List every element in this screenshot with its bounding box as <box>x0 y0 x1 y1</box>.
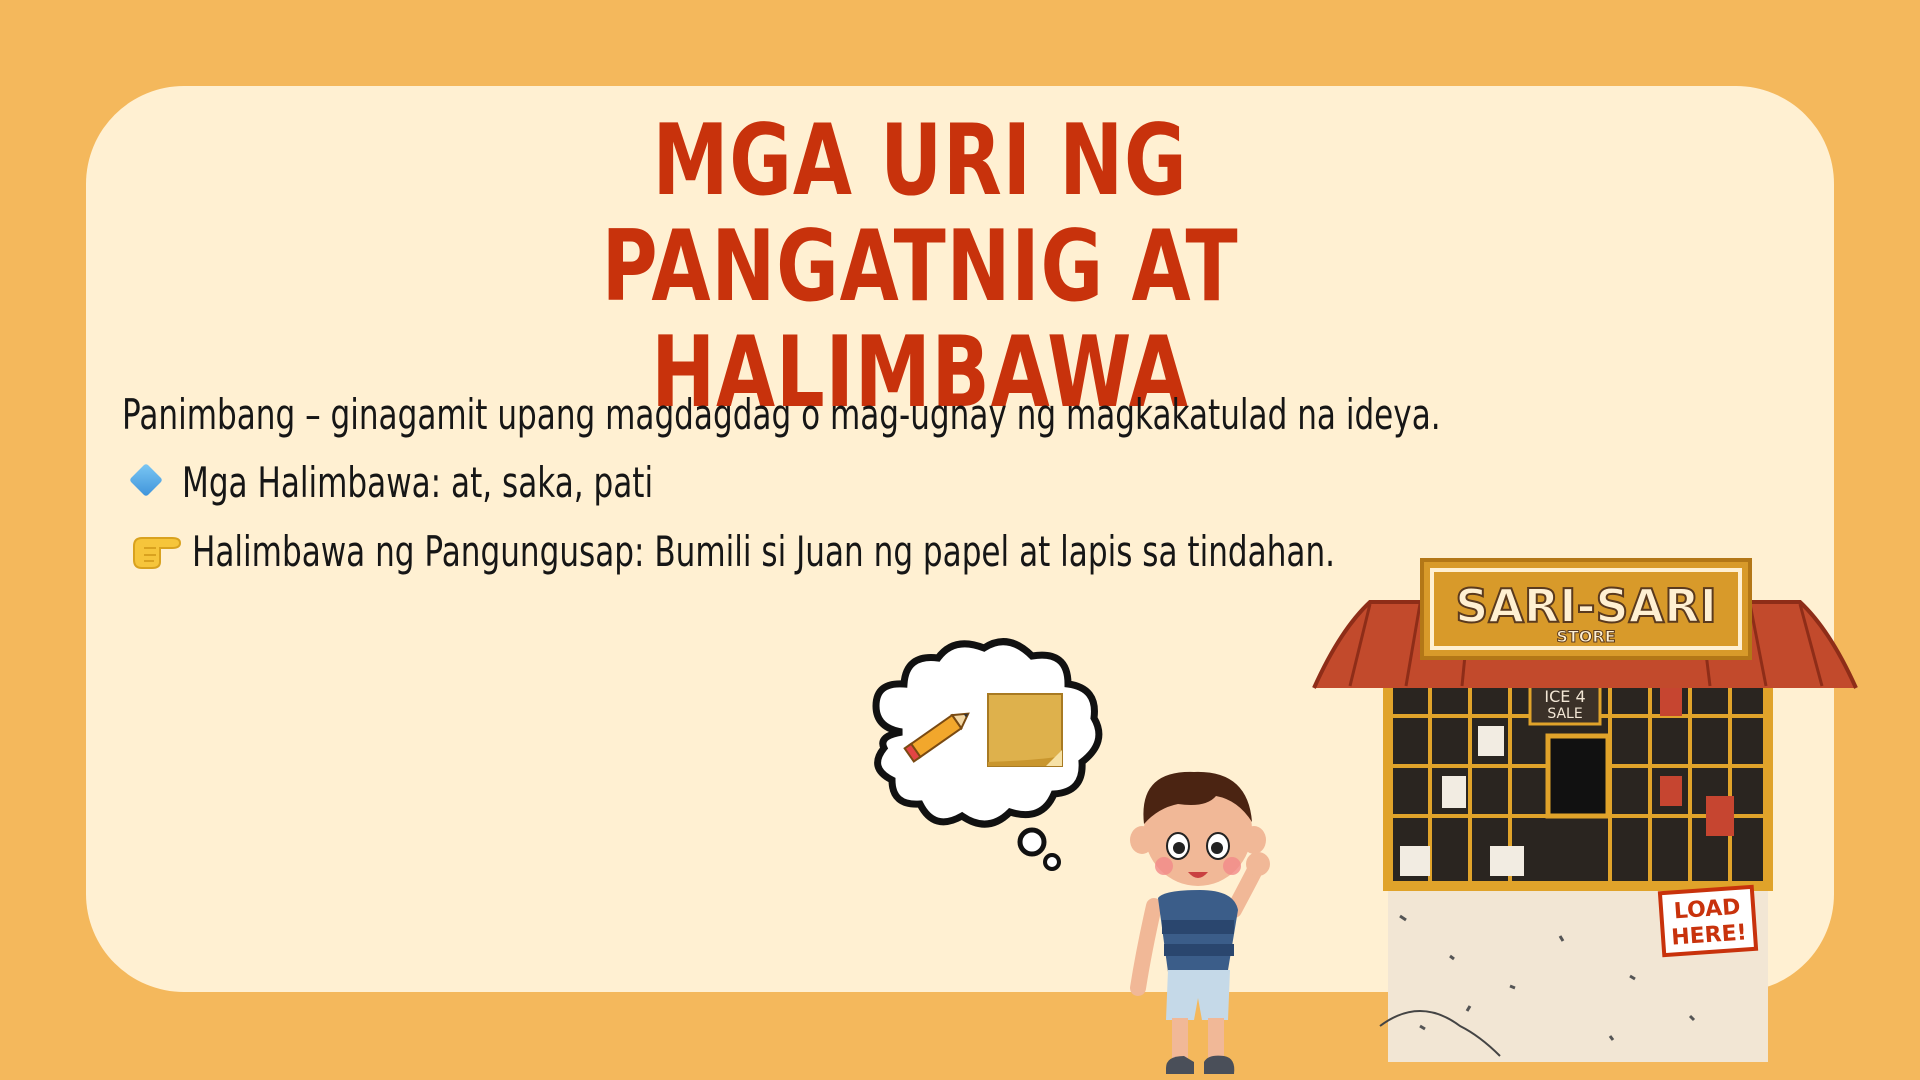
thought-bubble <box>872 638 1103 871</box>
paper-icon <box>987 693 1063 767</box>
store-sign-text: SARI-SARI <box>1455 579 1717 633</box>
pointing-hand-icon <box>133 537 182 569</box>
examples-text: Mga Halimbawa: at, saka, pati <box>182 458 654 507</box>
slide-title: MGA URI NG PANGATNIG AT HALIMBAWA <box>601 104 1239 430</box>
ice-sign-line2: SALE <box>1547 706 1582 722</box>
boy-illustration <box>1130 771 1270 1074</box>
load-sign-line1: LOAD <box>1673 895 1741 925</box>
sentence-text: Halimbawa ng Pangungusap: Bumili si Juan… <box>192 527 1336 576</box>
definition-text: Panimbang – ginagamit upang magdagdag o … <box>122 390 1441 439</box>
store-sign-subtext: STORE <box>1556 627 1615 646</box>
ice-sign-line1: ICE 4 <box>1544 687 1585 706</box>
store-illustration: ICE 4 SALE LOAD HERE! SARI-SARI STORE <box>1312 558 1858 1062</box>
load-sign-line2: HERE! <box>1671 920 1748 950</box>
